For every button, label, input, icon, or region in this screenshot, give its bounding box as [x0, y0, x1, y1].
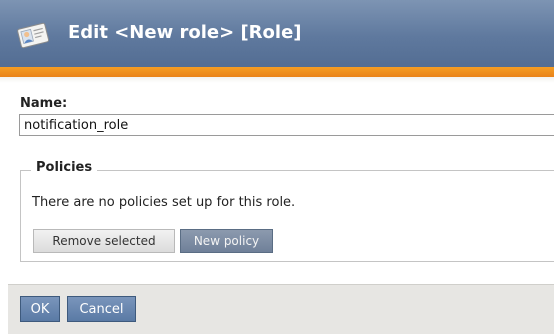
page-header: Edit <New role> [Role] — [0, 0, 554, 68]
new-policy-button[interactable]: New policy — [180, 229, 273, 253]
header-shadow — [0, 77, 554, 83]
edit-role-page: Edit <New role> [Role] Name: Policies Th… — [0, 0, 554, 334]
page-title: Edit <New role> [Role] — [68, 22, 302, 43]
role-card-icon — [16, 20, 50, 50]
remove-selected-button[interactable]: Remove selected — [33, 229, 175, 253]
policies-legend: Policies — [31, 160, 98, 175]
name-label: Name: — [20, 96, 68, 111]
ok-button[interactable]: OK — [20, 296, 60, 322]
cancel-button[interactable]: Cancel — [67, 296, 136, 322]
no-policies-message: There are no policies set up for this ro… — [32, 195, 296, 210]
name-input[interactable] — [19, 114, 554, 136]
header-accent-band — [0, 67, 554, 77]
